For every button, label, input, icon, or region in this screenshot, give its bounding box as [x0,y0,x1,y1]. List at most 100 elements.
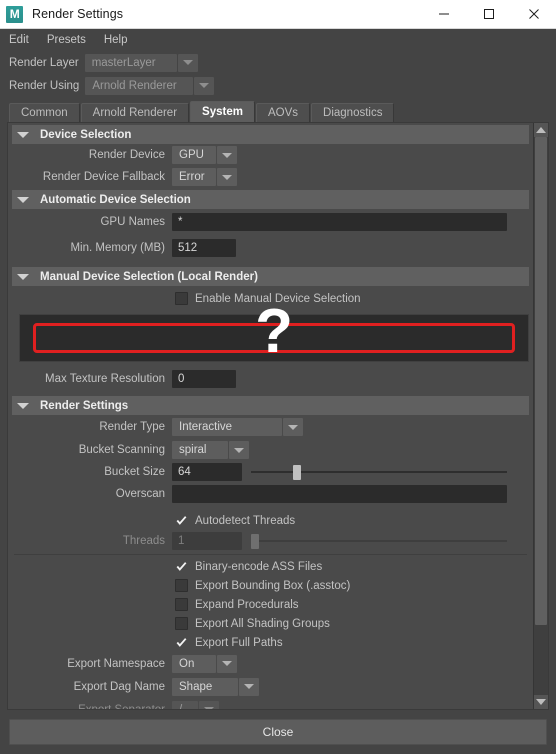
render-layer-row: Render Layer masterLayer [0,51,556,74]
autodetect-threads-checkbox[interactable] [175,514,188,527]
manual-device-list[interactable]: ? [19,301,529,363]
tab-common[interactable]: Common [9,103,80,122]
bucket-size-slider[interactable] [251,463,507,481]
render-layer-label: Render Layer [9,56,79,69]
expand-procedurals-checkbox[interactable] [175,598,188,611]
row-render-device: Render Device GPU [8,144,533,166]
row-threads: Threads 1 [8,530,533,552]
row-bucket-scanning: Bucket Scanning spiral [8,439,533,461]
bucket-scanning-value: spiral [172,441,228,459]
threads-label: Threads [122,535,165,547]
render-device-value: GPU [172,146,216,164]
row-export-namespace: Export Namespace On [8,652,533,675]
section-title: Automatic Device Selection [40,193,191,206]
render-device-fallback-dropdown[interactable]: Error [172,168,237,186]
render-layer-value: masterLayer [84,53,177,72]
close-button[interactable]: Close [9,719,547,745]
overscan-input[interactable] [172,485,507,503]
scrollbar-track[interactable] [533,137,548,695]
menu-item-edit[interactable]: Edit [9,32,38,48]
min-memory-label: Min. Memory (MB) [70,242,165,254]
bucket-size-input[interactable]: 64 [172,463,242,481]
collapse-triangle-icon [12,196,34,203]
menu-item-presets[interactable]: Presets [47,32,95,48]
max-texture-resolution-input[interactable]: 0 [172,370,236,388]
render-settings-window: M Render Settings Edit Presets Help Rend… [0,0,556,754]
export-separator-value: / [172,700,198,709]
row-bucket-size: Bucket Size 64 [8,461,533,483]
export-dag-name-value: Shape [172,677,238,696]
row-export-full-paths: Export Full Paths [8,633,533,652]
chevron-down-icon [199,700,219,709]
maya-logo-letter: M [9,7,20,21]
threads-input: 1 [172,532,242,550]
render-type-dropdown[interactable]: Interactive [172,418,303,436]
chevron-down-icon [229,441,249,459]
tab-diagnostics[interactable]: Diagnostics [311,103,395,122]
render-device-dropdown[interactable]: GPU [172,146,237,164]
maximize-icon[interactable] [466,0,511,28]
close-icon[interactable] [511,0,556,28]
chevron-down-icon [177,53,198,72]
binary-encode-ass-checkbox[interactable] [175,560,188,573]
max-texture-resolution-label: Max Texture Resolution [45,373,165,385]
render-using-value: Arnold Renderer [85,76,194,95]
tab-arnold-renderer[interactable]: Arnold Renderer [80,103,190,122]
row-overscan: Overscan [8,483,533,505]
settings-panel: Device Selection Render Device GPU Rende… [7,122,549,710]
section-header-render-settings[interactable]: Render Settings [12,396,529,415]
binary-encode-ass-label: Binary-encode ASS Files [195,560,323,573]
scrollbar-thumb[interactable] [534,137,547,625]
render-device-fallback-label: Render Device Fallback [42,171,165,183]
bucket-scanning-label: Bucket Scanning [78,444,165,456]
divider [14,554,527,555]
vertical-scrollbar[interactable] [533,123,548,709]
gpu-names-input[interactable]: * [172,213,507,231]
min-memory-input[interactable]: 512 [172,239,236,257]
window-title: Render Settings [32,7,124,21]
render-using-dropdown[interactable]: Arnold Renderer [85,76,215,95]
row-enable-manual-device-selection: Enable Manual Device Selection [8,289,533,308]
menu-bar: Edit Presets Help [0,29,556,51]
scroll-up-arrow-icon[interactable] [533,123,548,137]
export-all-shading-groups-checkbox[interactable] [175,617,188,630]
section-title: Device Selection [40,128,132,141]
section-header-device-selection[interactable]: Device Selection [12,125,529,144]
export-bounding-box-checkbox[interactable] [175,579,188,592]
export-dag-name-label: Export Dag Name [73,680,165,693]
row-export-bounding-box: Export Bounding Box (.asstoc) [8,576,533,595]
scroll-down-arrow-icon[interactable] [533,695,548,709]
row-autodetect-threads: Autodetect Threads [8,511,533,530]
export-dag-name-dropdown[interactable]: Shape [172,677,259,696]
export-full-paths-checkbox[interactable] [175,636,188,649]
settings-scroll-content: Device Selection Render Device GPU Rende… [8,123,533,709]
render-device-fallback-value: Error [172,168,216,186]
maya-logo-icon: M [6,5,23,23]
threads-slider-thumb [251,533,259,549]
chevron-down-icon [239,677,259,696]
row-max-texture-resolution: Max Texture Resolution 0 [8,368,533,390]
section-header-automatic-device-selection[interactable]: Automatic Device Selection [12,190,529,209]
tab-bar: Common Arnold Renderer System AOVs Diagn… [0,101,556,122]
gpu-names-label: GPU Names [100,216,165,228]
minimize-icon[interactable] [421,0,466,28]
render-type-value: Interactive [172,418,282,436]
render-device-label: Render Device [88,149,165,161]
export-separator-dropdown[interactable]: / [172,700,219,709]
tab-system[interactable]: System [190,101,255,122]
row-render-type: Render Type Interactive [8,415,533,439]
enable-manual-device-selection-checkbox[interactable] [175,292,188,305]
expand-procedurals-label: Expand Procedurals [195,598,299,611]
render-layer-dropdown[interactable]: masterLayer [84,53,198,72]
section-header-manual-device-selection[interactable]: Manual Device Selection (Local Render) [12,267,529,286]
bucket-size-slider-thumb[interactable] [293,464,302,480]
row-export-separator: Export Separator / [8,698,533,709]
chevron-down-icon [283,418,303,436]
bucket-size-label: Bucket Size [104,466,165,478]
export-namespace-dropdown[interactable]: On [172,654,237,673]
menu-item-help[interactable]: Help [104,32,137,48]
row-expand-procedurals: Expand Procedurals [8,595,533,614]
bucket-scanning-dropdown[interactable]: spiral [172,441,249,459]
row-min-memory: Min. Memory (MB) 512 [8,235,533,261]
tab-aovs[interactable]: AOVs [255,103,311,122]
